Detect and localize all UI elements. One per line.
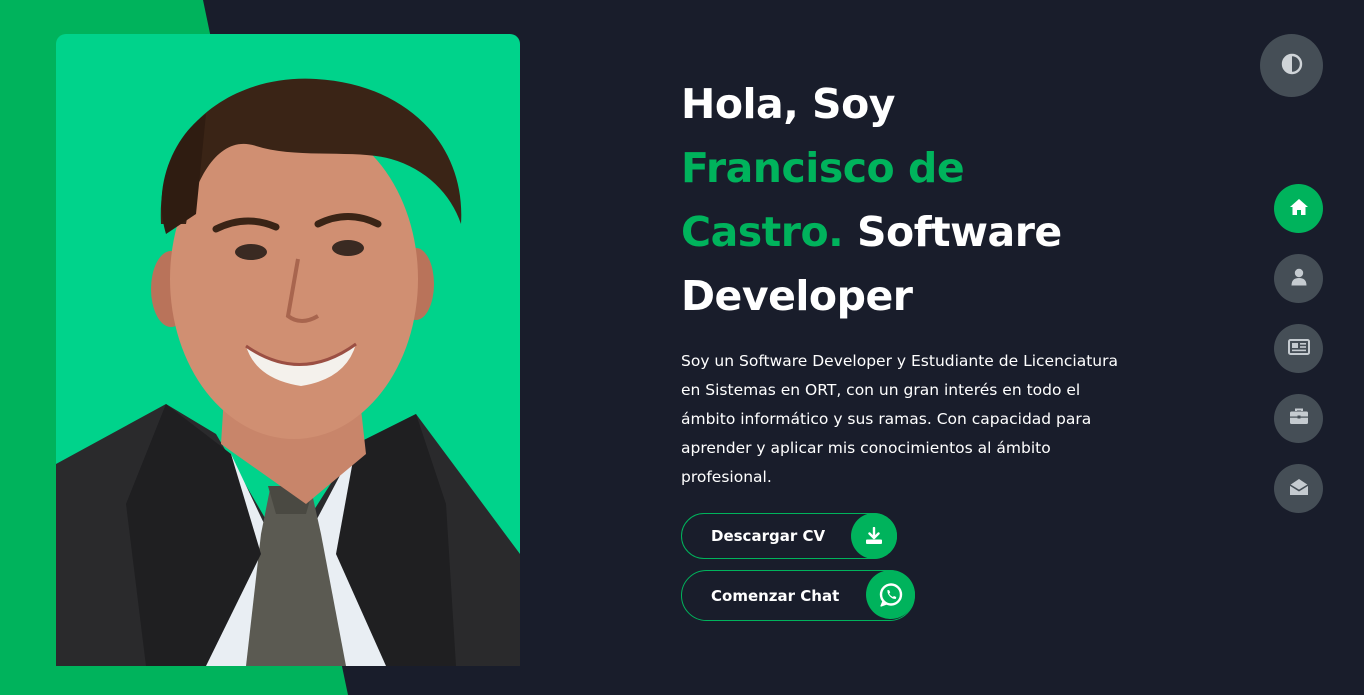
user-icon	[1291, 268, 1307, 290]
contrast-icon	[1281, 53, 1303, 79]
portrait-illustration	[56, 78, 520, 666]
whatsapp-icon	[866, 570, 915, 619]
hero-greeting: Hola, Soy	[681, 80, 895, 128]
envelope-open-icon	[1289, 478, 1309, 500]
hero-heading: Hola, Soy Francisco de Castro. Software D…	[681, 72, 1101, 328]
hero-description: Soy un Software Developer y Estudiante d…	[681, 352, 1118, 486]
profile-photo	[56, 34, 520, 666]
newspaper-icon	[1287, 338, 1310, 359]
download-cv-label: Descargar CV	[711, 527, 826, 545]
nav-item-home[interactable]	[1274, 184, 1323, 233]
side-navigation	[1274, 184, 1323, 513]
download-cv-button[interactable]: Descargar CV	[681, 513, 897, 559]
theme-toggle-button[interactable]	[1260, 34, 1323, 97]
nav-item-experience[interactable]	[1274, 394, 1323, 443]
briefcase-icon	[1289, 408, 1309, 429]
nav-item-about[interactable]	[1274, 254, 1323, 303]
download-icon	[851, 513, 897, 559]
start-chat-label: Comenzar Chat	[711, 586, 840, 605]
home-icon	[1289, 198, 1309, 220]
nav-item-portfolio[interactable]	[1274, 324, 1323, 373]
start-chat-button[interactable]: Comenzar Chat	[681, 570, 915, 621]
nav-item-contact[interactable]	[1274, 464, 1323, 513]
